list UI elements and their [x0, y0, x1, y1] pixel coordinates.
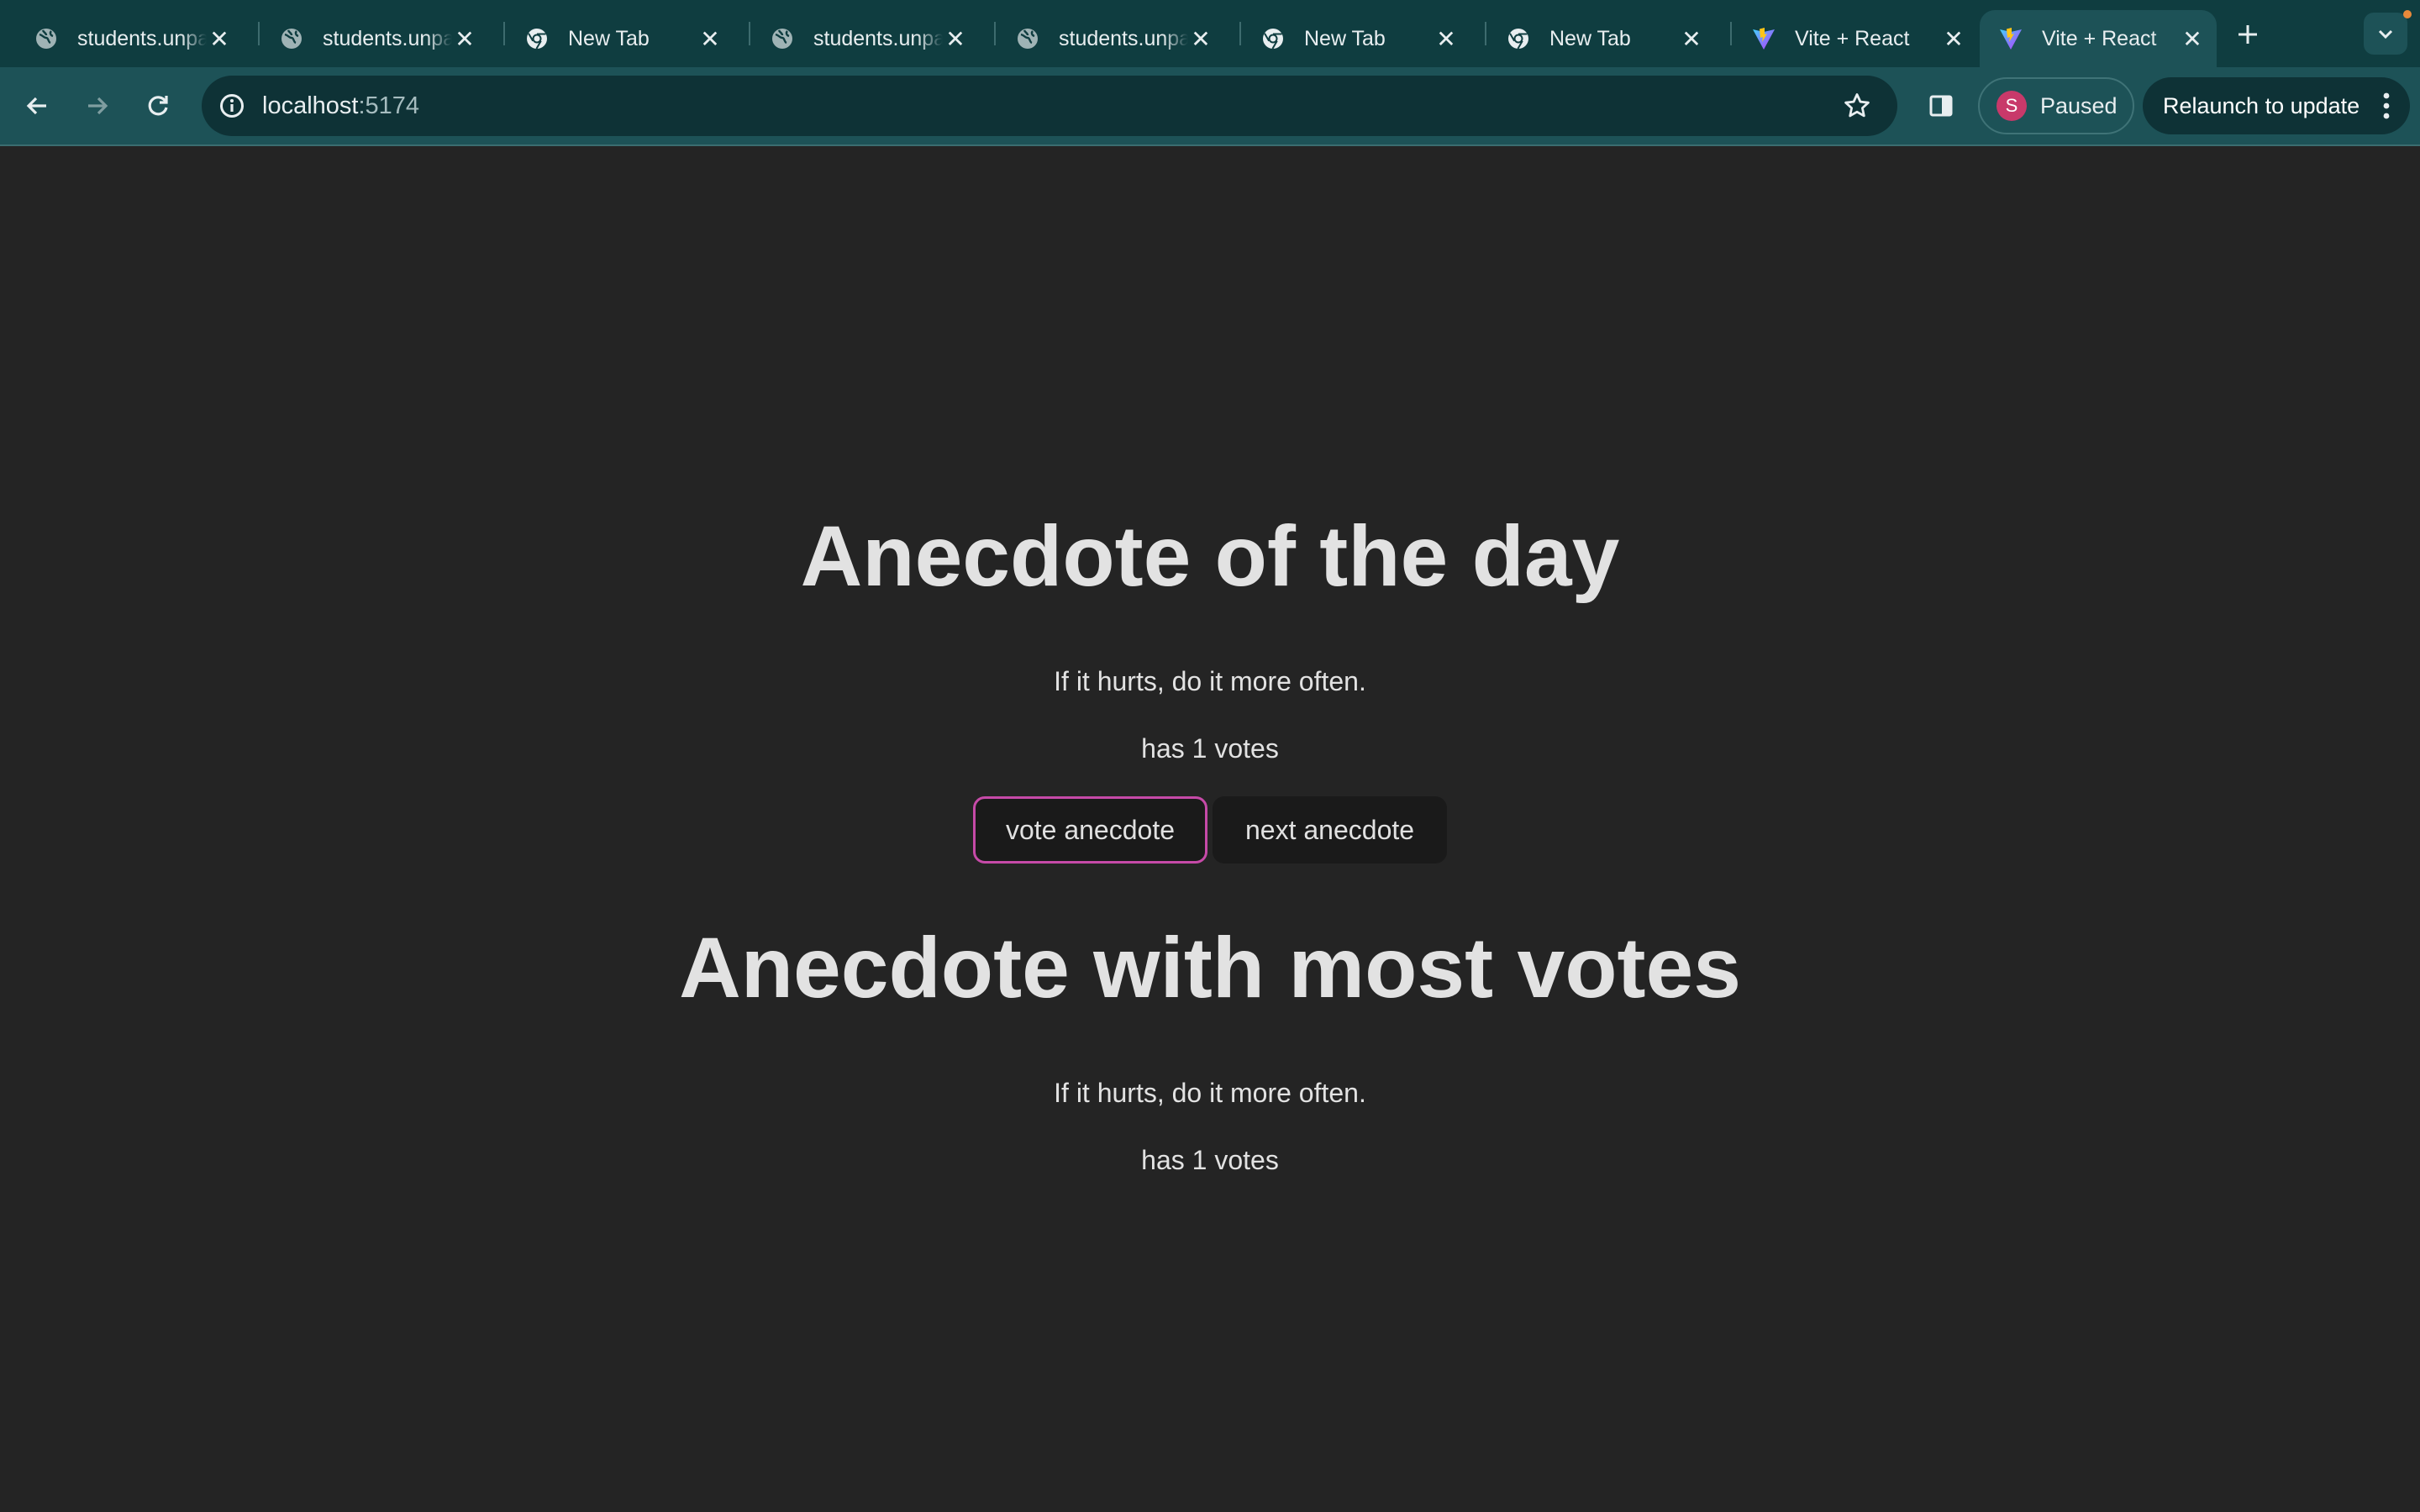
- tab-title: Vite + React: [1795, 26, 1910, 50]
- tab-8-active[interactable]: Vite + React ✕: [1980, 10, 2217, 67]
- tab-title: students.unpad.ac.id: [813, 26, 943, 50]
- update-indicator-dot: [2403, 10, 2412, 18]
- tab-separator: [749, 22, 750, 45]
- close-icon[interactable]: ✕: [207, 26, 232, 52]
- relaunch-label: Relaunch to update: [2163, 92, 2360, 118]
- arrow-left-icon: [26, 97, 46, 115]
- tab-title: students.unpad.ac.id: [77, 26, 207, 50]
- close-icon[interactable]: ✕: [697, 26, 723, 52]
- tab-separator: [1730, 22, 1732, 45]
- reload-icon: [148, 96, 168, 116]
- reload-button[interactable]: [138, 86, 178, 126]
- chrome-icon: [524, 26, 550, 51]
- tab-3[interactable]: students.unpad.ac.id ✕: [751, 10, 980, 67]
- close-icon[interactable]: ✕: [1188, 26, 1213, 52]
- url-port: :5174: [358, 92, 420, 119]
- tab-title: New Tab: [1549, 26, 1631, 50]
- most-votes-heading: Anecdote with most votes: [679, 920, 1741, 1016]
- side-panel-icon: [1929, 95, 1953, 117]
- site-info-icon[interactable]: [212, 86, 252, 126]
- tab-title: students.unpad.ac.id: [1059, 26, 1188, 50]
- tab-6[interactable]: New Tab ✕: [1487, 10, 1716, 67]
- tab-separator: [994, 22, 996, 45]
- back-button[interactable]: [17, 86, 57, 126]
- chrome-icon: [1506, 26, 1531, 51]
- forward-button[interactable]: [77, 86, 118, 126]
- day-votes-text: has 1 votes: [1141, 733, 1279, 764]
- anecdote-of-the-day-heading: Anecdote of the day: [800, 508, 1620, 604]
- profile-status: Paused: [2040, 92, 2118, 118]
- tab-strip: students.unpad.ac.id ✕ students.unpad.ac…: [0, 0, 2420, 67]
- vite-icon: [1998, 26, 2023, 51]
- close-icon[interactable]: ✕: [1434, 26, 1459, 52]
- close-icon[interactable]: ✕: [943, 26, 968, 52]
- most-votes-count-text: has 1 votes: [1141, 1145, 1279, 1175]
- tab-5[interactable]: New Tab ✕: [1242, 10, 1470, 67]
- globe-icon: [770, 26, 795, 51]
- tab-separator: [258, 22, 260, 45]
- new-tab-button[interactable]: [2228, 15, 2267, 54]
- tab-2[interactable]: New Tab ✕: [506, 10, 734, 67]
- address-bar[interactable]: localhost:5174: [202, 76, 1897, 136]
- close-icon[interactable]: ✕: [1679, 26, 1704, 52]
- globe-icon: [279, 26, 304, 51]
- globe-icon: [34, 26, 59, 51]
- tab-separator: [503, 22, 505, 45]
- profile-button[interactable]: S Paused: [1978, 77, 2134, 134]
- bookmark-star-icon[interactable]: [1837, 86, 1877, 126]
- tab-1[interactable]: students.unpad.ac.id ✕: [260, 10, 489, 67]
- tab-4[interactable]: students.unpad.ac.id ✕: [997, 10, 1225, 67]
- chrome-icon: [1260, 26, 1286, 51]
- most-votes-anecdote-text: If it hurts, do it more often.: [1054, 1078, 1366, 1108]
- plus-icon: [2238, 25, 2257, 44]
- close-icon[interactable]: ✕: [2180, 26, 2205, 52]
- tab-0[interactable]: students.unpad.ac.id ✕: [15, 10, 244, 67]
- url-text: localhost:5174: [262, 92, 419, 120]
- side-panel-button[interactable]: [1921, 86, 1961, 126]
- relaunch-button[interactable]: Relaunch to update: [2143, 77, 2410, 134]
- close-icon[interactable]: ✕: [1941, 26, 1966, 52]
- arrow-right-icon: [88, 97, 108, 115]
- tab-separator: [1485, 22, 1486, 45]
- browser-toolbar: localhost:5174 S Paused Relaunch to upda…: [0, 67, 2420, 144]
- page-content: Anecdote of the day If it hurts, do it m…: [0, 146, 2420, 1512]
- avatar: S: [1996, 91, 2027, 121]
- next-anecdote-button[interactable]: next anecdote: [1213, 796, 1448, 864]
- tab-title: students.unpad.ac.id: [323, 26, 452, 50]
- vote-button[interactable]: vote anecdote: [972, 796, 1207, 864]
- day-anecdote-text: If it hurts, do it more often.: [1054, 666, 1366, 696]
- tab-search-button[interactable]: [2364, 13, 2407, 55]
- tab-7[interactable]: Vite + React ✕: [1733, 10, 1978, 67]
- button-row: vote anecdote next anecdote: [0, 796, 2420, 864]
- vite-icon: [1751, 26, 1776, 51]
- chevron-down-icon: [2378, 29, 2393, 39]
- tab-title: New Tab: [1304, 26, 1386, 50]
- tab-title: New Tab: [568, 26, 650, 50]
- close-icon[interactable]: ✕: [452, 26, 477, 52]
- tab-title: Vite + React: [2042, 26, 2157, 50]
- tab-separator: [1239, 22, 1241, 45]
- globe-icon: [1015, 26, 1040, 51]
- kebab-menu-icon[interactable]: [2375, 86, 2398, 126]
- url-host: localhost: [262, 92, 359, 119]
